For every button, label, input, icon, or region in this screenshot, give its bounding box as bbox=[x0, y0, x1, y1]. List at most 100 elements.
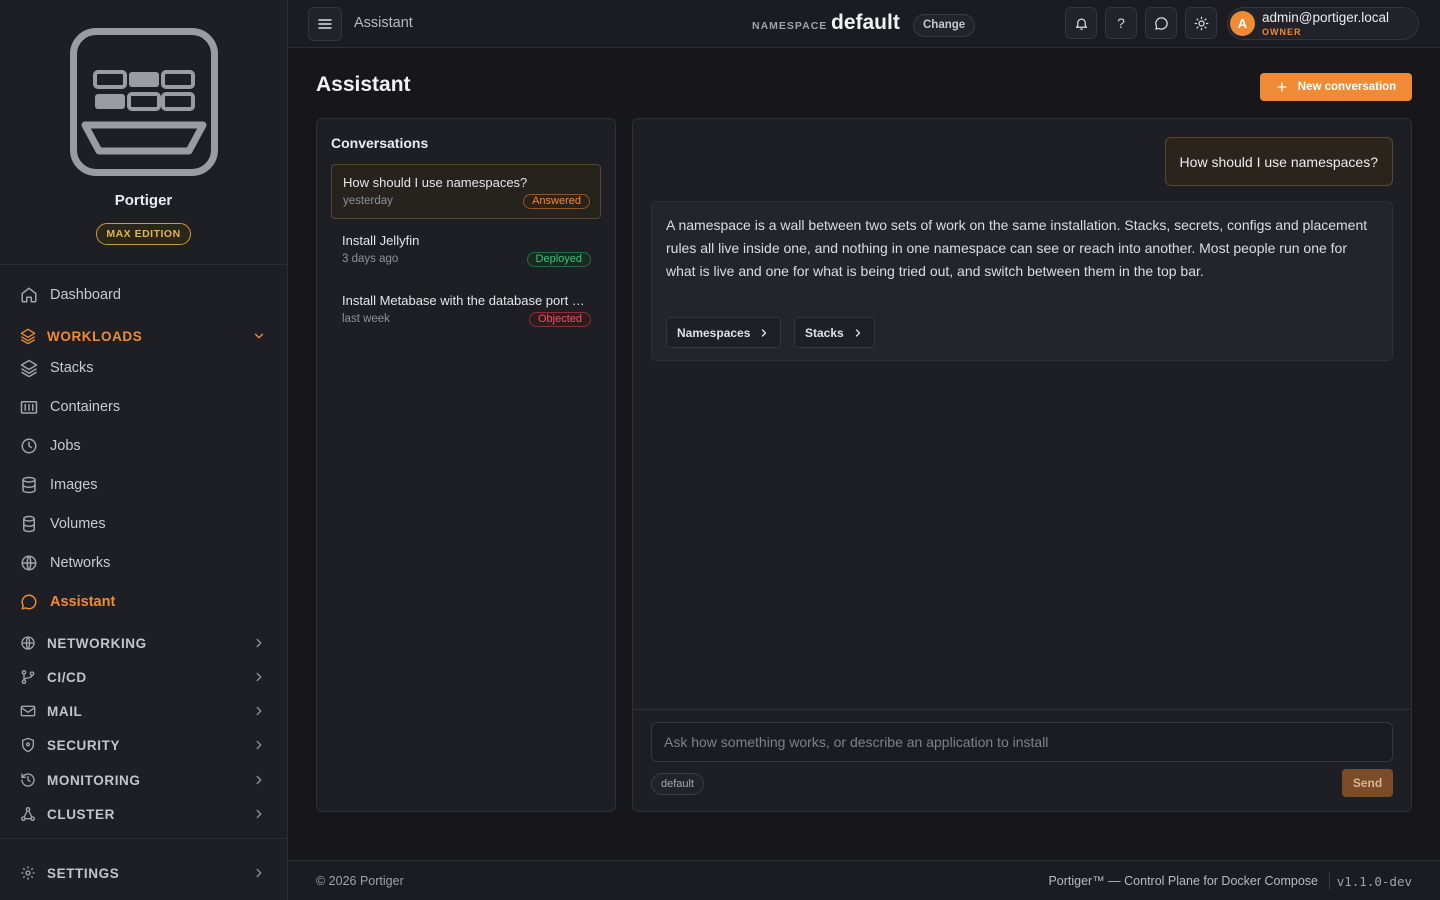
sidebar-item-label: Stacks bbox=[50, 360, 94, 376]
chevron-right-icon bbox=[252, 738, 266, 752]
globe-icon bbox=[20, 554, 38, 572]
user-role: OWNER bbox=[1262, 27, 1302, 37]
history-icon bbox=[20, 772, 36, 788]
question-icon: ? bbox=[1117, 15, 1125, 31]
sidebar-item-containers[interactable]: Containers bbox=[20, 393, 270, 421]
footer-separator bbox=[1329, 873, 1330, 890]
sidebar-group-settings[interactable]: SETTINGS bbox=[20, 861, 270, 885]
conversations-heading: Conversations bbox=[331, 135, 429, 151]
sidebar-item-dashboard[interactable]: Dashboard bbox=[20, 281, 270, 309]
chevron-right-icon bbox=[252, 704, 266, 718]
conversation-title: Install Jellyfin bbox=[342, 233, 420, 248]
assistant-message: A namespace is a wall between two sets o… bbox=[651, 201, 1393, 361]
conversations-panel: Conversations How should I use namespace… bbox=[316, 118, 616, 812]
mail-icon bbox=[20, 703, 36, 719]
sidebar-group-mail[interactable]: MAIL bbox=[20, 699, 270, 723]
chevron-right-icon bbox=[852, 327, 864, 339]
cylinder-icon bbox=[20, 515, 38, 533]
message-input[interactable] bbox=[651, 722, 1393, 762]
conversation-item[interactable]: Install Metabase with the database port … bbox=[331, 283, 601, 338]
sidebar-group-label: SECURITY bbox=[47, 737, 121, 753]
sidebar-item-assistant[interactable]: Assistant bbox=[20, 588, 270, 616]
sidebar-group-monitoring[interactable]: MONITORING bbox=[20, 768, 270, 792]
sidebar-group-cicd[interactable]: CI/CD bbox=[20, 665, 270, 689]
brand-block: Portiger MAX EDITION bbox=[0, 0, 287, 265]
sidebar-group-label: CI/CD bbox=[47, 669, 87, 685]
sidebar-divider bbox=[0, 838, 287, 839]
chevron-right-icon bbox=[252, 670, 266, 684]
sidebar-group-label: MAIL bbox=[47, 703, 83, 719]
assistant-message-text: A namespace is a wall between two sets o… bbox=[666, 217, 1368, 279]
hamburger-icon bbox=[317, 16, 333, 32]
conversation-time: yesterday bbox=[343, 195, 393, 207]
theme-toggle-button[interactable] bbox=[1185, 7, 1217, 39]
chat-bubble-icon bbox=[1154, 16, 1169, 31]
layers-icon bbox=[20, 328, 36, 344]
edition-badge: MAX EDITION bbox=[96, 223, 191, 245]
change-namespace-button[interactable]: Change bbox=[913, 14, 976, 37]
bell-icon bbox=[1074, 16, 1089, 31]
footer-copyright: © 2026 Portiger bbox=[316, 874, 404, 888]
sidebar-item-label: Volumes bbox=[50, 516, 106, 532]
help-button[interactable]: ? bbox=[1105, 7, 1137, 39]
footer: © 2026 Portiger Portiger™ — Control Plan… bbox=[288, 860, 1440, 900]
shield-icon bbox=[20, 737, 36, 753]
portiger-logo-icon bbox=[70, 28, 218, 176]
chevron-right-icon bbox=[252, 773, 266, 787]
globe-icon bbox=[20, 635, 36, 651]
composer-divider bbox=[633, 709, 1411, 710]
user-menu[interactable]: A admin@portiger.local OWNER bbox=[1227, 7, 1419, 40]
menu-toggle-button[interactable] bbox=[308, 7, 342, 41]
link-chip-namespaces[interactable]: Namespaces bbox=[666, 317, 782, 348]
status-badge: Answered bbox=[523, 194, 590, 209]
topbar-title: Assistant bbox=[354, 15, 413, 31]
brand-name: Portiger bbox=[114, 192, 173, 209]
namespace-value: default bbox=[831, 11, 900, 34]
container-icon bbox=[20, 398, 38, 416]
chip-label: Namespaces bbox=[677, 325, 751, 340]
status-badge: Deployed bbox=[526, 252, 591, 267]
sidebar-group-workloads[interactable]: WORKLOADS bbox=[20, 324, 270, 348]
sidebar-item-label: Assistant bbox=[50, 594, 116, 610]
feedback-button[interactable] bbox=[1145, 7, 1177, 39]
home-icon bbox=[20, 286, 38, 304]
sidebar-group-label: CLUSTER bbox=[47, 806, 115, 822]
chat-bubble-icon bbox=[20, 593, 38, 611]
avatar: A bbox=[1230, 11, 1255, 36]
send-button[interactable]: Send bbox=[1342, 769, 1393, 797]
topbar: Assistant NAMESPACE default Change ? A a… bbox=[288, 0, 1440, 48]
sidebar-group-cluster[interactable]: CLUSTER bbox=[20, 802, 270, 826]
layers-icon bbox=[20, 359, 38, 377]
gear-icon bbox=[20, 865, 36, 881]
conversation-item[interactable]: How should I use namespaces? yesterday A… bbox=[331, 164, 601, 219]
new-conversation-button[interactable]: New conversation bbox=[1260, 73, 1412, 101]
sidebar-item-stacks[interactable]: Stacks bbox=[20, 354, 270, 382]
chevron-right-icon bbox=[252, 636, 266, 650]
sidebar-item-networks[interactable]: Networks bbox=[20, 549, 270, 577]
user-email: admin@portiger.local bbox=[1262, 10, 1390, 25]
chevron-right-icon bbox=[758, 327, 770, 339]
sidebar-group-label: SETTINGS bbox=[47, 865, 120, 881]
sidebar-group-label: WORKLOADS bbox=[47, 328, 143, 344]
namespace-pill: default bbox=[651, 773, 705, 795]
nodes-icon bbox=[20, 806, 36, 822]
sun-icon bbox=[1194, 16, 1209, 31]
chevron-right-icon bbox=[252, 807, 266, 821]
sidebar-item-label: Containers bbox=[50, 399, 121, 415]
clock-icon bbox=[20, 437, 38, 455]
sidebar-item-volumes[interactable]: Volumes bbox=[20, 510, 270, 538]
sidebar-item-label: Jobs bbox=[50, 438, 81, 454]
conversation-title: How should I use namespaces? bbox=[343, 175, 528, 190]
sidebar-group-security[interactable]: SECURITY bbox=[20, 733, 270, 757]
sidebar-item-jobs[interactable]: Jobs bbox=[20, 432, 270, 460]
conversation-item[interactable]: Install Jellyfin 3 days ago Deployed bbox=[331, 223, 601, 278]
chat-panel: How should I use namespaces? A namespace… bbox=[632, 118, 1412, 812]
link-chip-stacks[interactable]: Stacks bbox=[794, 317, 875, 348]
sidebar-item-images[interactable]: Images bbox=[20, 471, 270, 499]
new-conversation-label: New conversation bbox=[1297, 81, 1397, 93]
sidebar-group-networking[interactable]: NETWORKING bbox=[20, 631, 270, 655]
namespace-label: NAMESPACE bbox=[752, 20, 828, 32]
page-title: Assistant bbox=[316, 73, 411, 96]
notifications-button[interactable] bbox=[1065, 7, 1097, 39]
user-message: How should I use namespaces? bbox=[1164, 137, 1393, 186]
